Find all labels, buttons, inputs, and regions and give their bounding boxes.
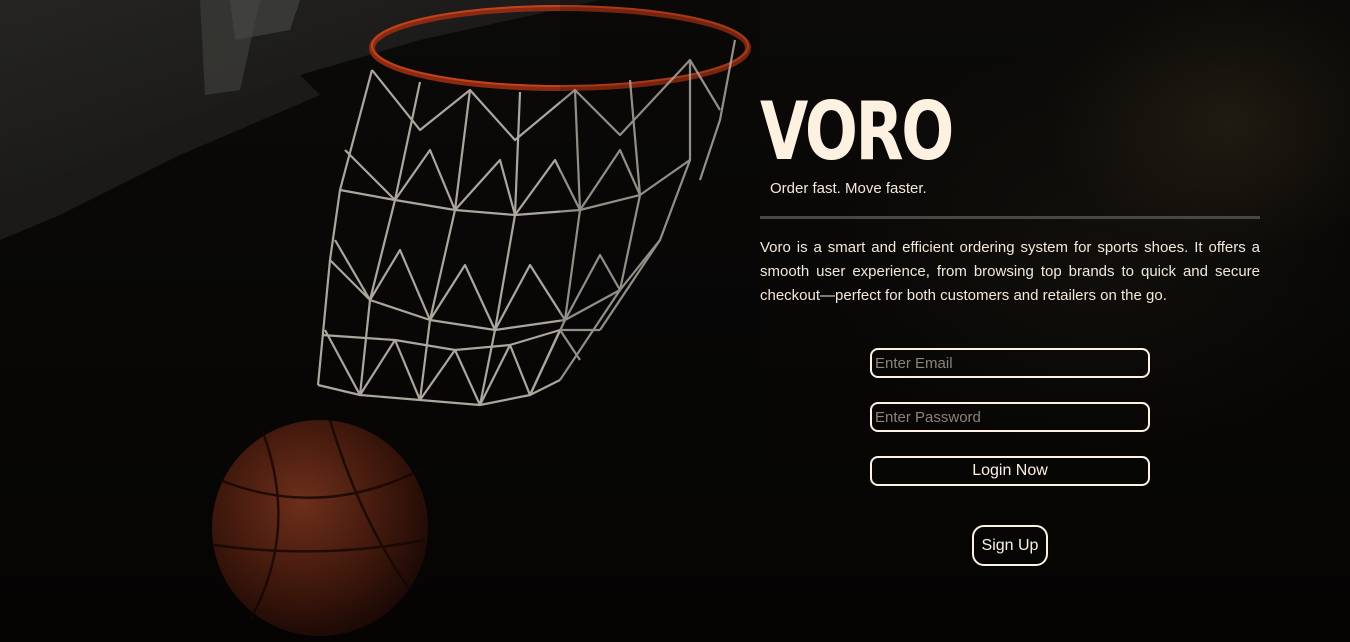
basketball-hoop-background-image	[0, 0, 760, 642]
brand-tagline: Order fast. Move faster.	[770, 180, 927, 197]
app-description: Voro is a smart and efficient ordering s…	[760, 239, 1260, 304]
brand-title: VORO	[760, 85, 954, 178]
login-form: Login Now	[870, 348, 1150, 486]
signup-button[interactable]: Sign Up	[972, 525, 1048, 566]
divider	[760, 216, 1260, 219]
landing-page: VORO Order fast. Move faster. Voro is a …	[0, 0, 1350, 642]
email-input[interactable]	[870, 348, 1150, 378]
login-button[interactable]: Login Now	[870, 456, 1150, 486]
password-input[interactable]	[870, 402, 1150, 432]
